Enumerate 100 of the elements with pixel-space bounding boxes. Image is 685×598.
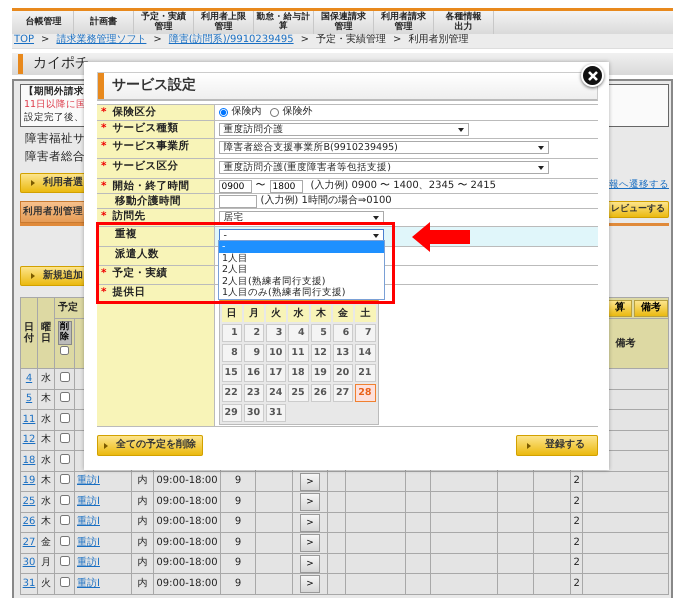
dropdown-arrow-icon xyxy=(372,216,378,220)
detail-button[interactable]: > xyxy=(300,534,320,552)
calendar-day[interactable]: 21 xyxy=(355,364,376,382)
travel-time-field[interactable] xyxy=(218,195,256,208)
note-button[interactable]: 備考 xyxy=(634,300,668,317)
calendar-day[interactable]: 7 xyxy=(355,324,376,342)
calendar-day[interactable]: 12 xyxy=(310,344,331,362)
dropdown-option[interactable]: 1人目のみ(熟練者同行支援) xyxy=(219,287,384,298)
weekday-label: 木 xyxy=(310,305,331,322)
calendar-day[interactable]: 6 xyxy=(332,324,354,342)
row-checkbox[interactable] xyxy=(60,392,70,402)
breadcrumb-link[interactable]: 請求業務管理ソフト xyxy=(56,34,146,47)
calendar-day[interactable]: 1 xyxy=(222,324,242,342)
calendar-day[interactable]: 9 xyxy=(244,344,264,362)
breadcrumb-separator: > xyxy=(41,34,50,47)
transition-link[interactable]: 報へ遷移する xyxy=(609,178,669,190)
calendar-day[interactable]: 23 xyxy=(244,384,264,402)
row-checkbox[interactable] xyxy=(60,494,70,505)
table-cell: 火 xyxy=(38,574,54,594)
calendar-day[interactable]: 4 xyxy=(288,324,309,342)
table-cell: 09:00-18:00 xyxy=(156,475,218,486)
calendar-day[interactable]: 22 xyxy=(222,384,242,402)
calendar-day[interactable]: 18 xyxy=(288,364,309,382)
required-mark: * xyxy=(101,122,106,134)
row-checkbox[interactable] xyxy=(60,536,70,546)
table-cell: 2 xyxy=(573,475,580,486)
calendar-day[interactable]: 19 xyxy=(310,364,331,382)
select-field[interactable]: 重度訪問介護 xyxy=(218,123,468,136)
row-checkbox[interactable] xyxy=(60,372,70,382)
select-value: 重度訪問介護 xyxy=(224,124,284,136)
calendar-day[interactable]: 11 xyxy=(288,344,309,362)
calendar-day[interactable]: 8 xyxy=(222,344,242,362)
caret-icon xyxy=(31,180,35,186)
detail-button[interactable]: > xyxy=(300,575,320,594)
table-cell: 内 xyxy=(138,557,148,568)
dropdown-option[interactable]: 2人目 xyxy=(219,264,384,276)
table-cell: 9 xyxy=(234,578,242,589)
field-label: 派遣人数 xyxy=(115,248,159,260)
calendar-day[interactable]: 24 xyxy=(266,384,286,402)
radio-button[interactable] xyxy=(270,108,278,117)
delete-button[interactable]: 削除 xyxy=(58,321,72,346)
calendar-day[interactable]: 30 xyxy=(244,404,264,422)
table-cell: 木 xyxy=(38,430,54,451)
calc-button[interactable]: 算 xyxy=(608,300,632,317)
calendar-day[interactable]: 2 xyxy=(244,324,264,342)
calendar-day[interactable]: 26 xyxy=(310,384,331,402)
input-hint: (入力例) 0900 〜 1400、2345 〜 2415 xyxy=(310,180,496,192)
weekday-label: 火 xyxy=(266,305,286,322)
dropdown-arrow-icon xyxy=(372,234,378,238)
row-checkbox[interactable] xyxy=(60,412,70,423)
dropdown-option[interactable]: 1人目 xyxy=(219,252,384,264)
calendar-day[interactable]: 31 xyxy=(266,404,286,422)
end-time-field[interactable]: 1800 xyxy=(270,180,302,193)
calendar-day[interactable]: 15 xyxy=(222,364,242,382)
preview-button[interactable]: レビューする xyxy=(607,201,669,218)
calendar-day[interactable]: 5 xyxy=(310,324,331,342)
select-field[interactable]: 重度訪問介護(重度障害者等包括支援) xyxy=(218,161,548,174)
field-label: 重複 xyxy=(115,228,137,240)
breadcrumb-link[interactable]: TOP xyxy=(14,34,34,47)
register-button[interactable]: 登録する xyxy=(516,435,598,456)
row-checkbox[interactable] xyxy=(60,515,70,526)
manage-tab[interactable]: 利用者別管理 xyxy=(20,201,86,223)
table-cell: 2 xyxy=(573,516,580,528)
select-field[interactable]: 障害者総合支援事業所B(9910239495) xyxy=(218,141,548,154)
row-checkbox[interactable] xyxy=(60,454,70,464)
calendar-day[interactable]: 3 xyxy=(266,324,286,342)
calendar-day[interactable]: 27 xyxy=(332,384,354,402)
weekday-label: 水 xyxy=(288,305,309,322)
row-checkbox[interactable] xyxy=(60,474,70,484)
start-time-field[interactable]: 0900 xyxy=(218,180,252,193)
range-separator: 〜 xyxy=(256,180,266,192)
calendar-day[interactable]: 25 xyxy=(288,384,309,402)
breadcrumb-item: 予定・実績管理 xyxy=(316,34,386,47)
radio-button[interactable] xyxy=(218,108,228,117)
table-cell: 2 xyxy=(573,536,580,548)
row-checkbox[interactable] xyxy=(60,433,70,444)
calendar-day[interactable]: 14 xyxy=(355,344,376,362)
select-all-checkbox[interactable] xyxy=(60,346,69,356)
calendar-day[interactable]: 10 xyxy=(266,344,286,362)
breadcrumb-link[interactable]: 障害(訪問系)/9910239495 xyxy=(168,34,294,47)
table-cell: 9 xyxy=(234,516,242,528)
required-mark: * xyxy=(101,210,106,222)
calendar-day[interactable]: 20 xyxy=(332,364,354,382)
row-checkbox[interactable] xyxy=(60,556,70,566)
calendar-day[interactable]: 13 xyxy=(332,344,354,362)
calendar-day[interactable]: 17 xyxy=(266,364,286,382)
table-cell: 内 xyxy=(138,496,148,507)
delete-all-button[interactable]: 全ての予定を削除 xyxy=(97,435,203,456)
detail-button[interactable]: > xyxy=(300,472,320,491)
breadcrumb-separator: > xyxy=(153,34,162,47)
detail-button[interactable]: > xyxy=(300,514,320,532)
table-cell: 9 xyxy=(234,557,242,568)
calendar-day[interactable]: 16 xyxy=(244,364,264,382)
calendar-day[interactable]: 29 xyxy=(222,404,242,422)
dropdown-option[interactable]: 2人目(熟練者同行支援) xyxy=(219,276,384,287)
required-mark: * xyxy=(101,160,106,172)
detail-button[interactable]: > xyxy=(300,493,320,512)
detail-button[interactable]: > xyxy=(300,554,320,573)
row-checkbox[interactable] xyxy=(60,576,70,587)
required-mark: * xyxy=(101,180,106,192)
